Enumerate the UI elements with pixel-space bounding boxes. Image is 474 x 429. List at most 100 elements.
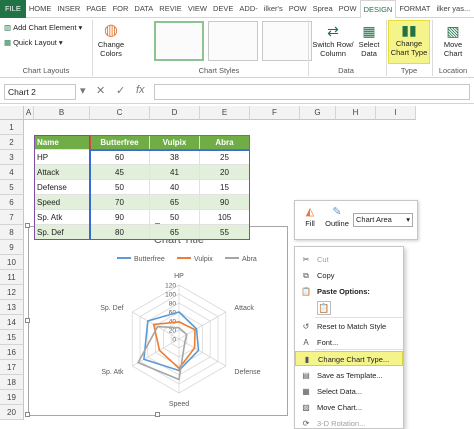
column-header[interactable]: F bbox=[250, 106, 300, 120]
context-menu-item[interactable]: ▦ Select Data... bbox=[295, 384, 403, 399]
add-chart-element-button[interactable]: ▥ Add Chart Element ▾ bbox=[4, 23, 82, 32]
outline-button[interactable]: ✎ Outline bbox=[323, 205, 351, 228]
chart-element-dropdown[interactable]: Chart Area ▾ bbox=[353, 213, 413, 227]
row-header[interactable]: 17 bbox=[0, 360, 24, 375]
row-header[interactable]: 11 bbox=[0, 270, 24, 285]
resize-handle[interactable] bbox=[25, 223, 30, 228]
chart-style-thumbnail-3[interactable] bbox=[262, 21, 312, 61]
category-label: Attack bbox=[234, 305, 254, 312]
row-header[interactable]: 13 bbox=[0, 300, 24, 315]
resize-handle[interactable] bbox=[25, 412, 30, 417]
ribbon-tab[interactable]: VIEW bbox=[185, 0, 210, 18]
group-separator bbox=[92, 20, 93, 76]
row-header[interactable]: 5 bbox=[0, 180, 24, 195]
column-header[interactable]: H bbox=[336, 106, 376, 120]
select-all-corner[interactable] bbox=[0, 106, 24, 120]
row-header[interactable]: 15 bbox=[0, 330, 24, 345]
ribbon-tab[interactable]: FORMAT bbox=[396, 0, 433, 18]
ribbon-tab[interactable]: ilker yas... bbox=[433, 0, 473, 18]
ribbon-tab[interactable]: POW bbox=[336, 0, 360, 18]
row-header[interactable]: 14 bbox=[0, 315, 24, 330]
cancel-icon[interactable]: ✕ bbox=[96, 84, 105, 97]
pen-icon: ✎ bbox=[332, 206, 342, 218]
name-box-dropdown-icon[interactable]: ▾ bbox=[80, 84, 86, 97]
chart-style-thumbnail-2[interactable] bbox=[208, 21, 258, 61]
context-menu-item: ✂ Cut bbox=[295, 252, 403, 267]
formula-input[interactable] bbox=[154, 84, 470, 100]
move-chart-button[interactable]: ▧ Move Chart bbox=[434, 22, 472, 58]
chevron-down-icon: ▾ bbox=[58, 38, 63, 47]
ribbon-tab[interactable]: POW bbox=[286, 0, 310, 18]
row-header[interactable]: 1 bbox=[0, 120, 24, 135]
type-group-label: Type bbox=[400, 66, 418, 75]
chart-type-icon: ▮▮ bbox=[401, 22, 417, 38]
row-header[interactable]: 19 bbox=[0, 390, 24, 405]
row-header[interactable]: 9 bbox=[0, 240, 24, 255]
row-header[interactable]: 3 bbox=[0, 150, 24, 165]
row-header[interactable]: 18 bbox=[0, 375, 24, 390]
resize-handle[interactable] bbox=[25, 318, 30, 323]
context-menu-item-label: Change Chart Type... bbox=[318, 355, 390, 364]
ribbon-tab[interactable]: Sprea bbox=[310, 0, 336, 18]
context-menu-item[interactable]: ⧉ Copy bbox=[295, 268, 403, 283]
column-header[interactable]: C bbox=[90, 106, 150, 120]
insert-function-icon[interactable]: fx bbox=[136, 84, 145, 96]
name-box[interactable]: Chart 2 bbox=[4, 84, 76, 100]
fill-button[interactable]: ◭ Fill bbox=[299, 205, 321, 228]
switch-icon: ⇄ bbox=[327, 23, 339, 39]
chart-style-thumbnail-1[interactable] bbox=[154, 21, 204, 61]
column-header[interactable]: I bbox=[376, 106, 416, 120]
ribbon-tab[interactable]: INSER bbox=[54, 0, 83, 18]
formula-bar: Chart 2 ▾ ✕ ✓ fx bbox=[0, 80, 474, 104]
row-header[interactable]: 16 bbox=[0, 345, 24, 360]
select-data-button[interactable]: ▦ Select Data bbox=[356, 22, 382, 58]
scissors-icon: ✂ bbox=[302, 255, 310, 264]
ribbon-tab[interactable]: DATA bbox=[131, 0, 156, 18]
column-header[interactable]: A bbox=[24, 106, 34, 120]
row-header[interactable]: 8 bbox=[0, 225, 24, 240]
context-menu-item[interactable]: ▮ Change Chart Type... bbox=[295, 351, 403, 366]
column-header[interactable]: E bbox=[200, 106, 250, 120]
row-header[interactable]: 7 bbox=[0, 210, 24, 225]
ribbon-tab[interactable]: DEVE bbox=[210, 0, 236, 18]
tick-label: 0 bbox=[172, 337, 176, 344]
context-menu-item[interactable]: A Font... bbox=[295, 335, 403, 350]
column-header[interactable]: D bbox=[150, 106, 200, 120]
context-menu-item-label: Copy bbox=[317, 271, 335, 280]
ribbon-tab[interactable]: FOR bbox=[110, 0, 132, 18]
tick-label: 80 bbox=[169, 301, 177, 308]
resize-handle[interactable] bbox=[155, 412, 160, 417]
row-header[interactable]: 4 bbox=[0, 165, 24, 180]
template-icon: ▤ bbox=[302, 371, 310, 380]
ribbon-tab[interactable]: ilker's bbox=[261, 0, 286, 18]
context-menu-item-label: Cut bbox=[317, 255, 329, 264]
change-chart-type-button[interactable]: ▮▮ Change Chart Type bbox=[388, 20, 430, 64]
ribbon: ▥ Add Chart Element ▾ ▦ Quick Layout ▾ Cha… bbox=[0, 18, 474, 78]
ribbon-tab[interactable]: PAGE bbox=[83, 0, 109, 18]
row-header[interactable]: 20 bbox=[0, 405, 24, 420]
paste-option-icon[interactable]: 📋 bbox=[317, 301, 331, 315]
enter-icon[interactable]: ✓ bbox=[116, 84, 125, 97]
context-menu-item[interactable]: ▧ Move Chart... bbox=[295, 400, 403, 415]
ribbon-tab[interactable]: HOME bbox=[26, 0, 55, 18]
ribbon-tab[interactable]: FILE bbox=[0, 0, 26, 18]
change-colors-button[interactable]: ◍ Change Colors bbox=[94, 22, 128, 58]
row-header[interactable]: 2 bbox=[0, 135, 24, 150]
context-menu-item[interactable]: 📋 Paste Options: bbox=[295, 284, 403, 299]
row-header[interactable]: 12 bbox=[0, 285, 24, 300]
context-menu-item[interactable]: ↺ Reset to Match Style bbox=[295, 319, 403, 334]
column-header[interactable]: B bbox=[34, 106, 90, 120]
paint-bucket-icon: ◭ bbox=[305, 206, 315, 218]
quick-layout-button[interactable]: ▦ Quick Layout ▾ bbox=[4, 38, 63, 47]
row-header[interactable]: 6 bbox=[0, 195, 24, 210]
column-header[interactable]: G bbox=[300, 106, 336, 120]
chart-area[interactable]: Chart Title Butterfree Vulpix Abra HP Attack D… bbox=[28, 226, 288, 416]
ribbon-tab[interactable]: REVIE bbox=[156, 0, 185, 18]
switch-row-column-button[interactable]: ⇄ Switch Row/ Column bbox=[310, 22, 356, 58]
ribbon-tab[interactable]: ADD- bbox=[236, 0, 260, 18]
row-header[interactable]: 10 bbox=[0, 255, 24, 270]
context-menu-item[interactable]: ▤ Save as Template... bbox=[295, 368, 403, 383]
legend-entry: Vulpix bbox=[194, 256, 213, 263]
ribbon-tab[interactable]: DESIGN bbox=[359, 0, 397, 19]
mini-toolbar: ◭ Fill ✎ Outline Chart Area ▾ bbox=[294, 200, 418, 240]
